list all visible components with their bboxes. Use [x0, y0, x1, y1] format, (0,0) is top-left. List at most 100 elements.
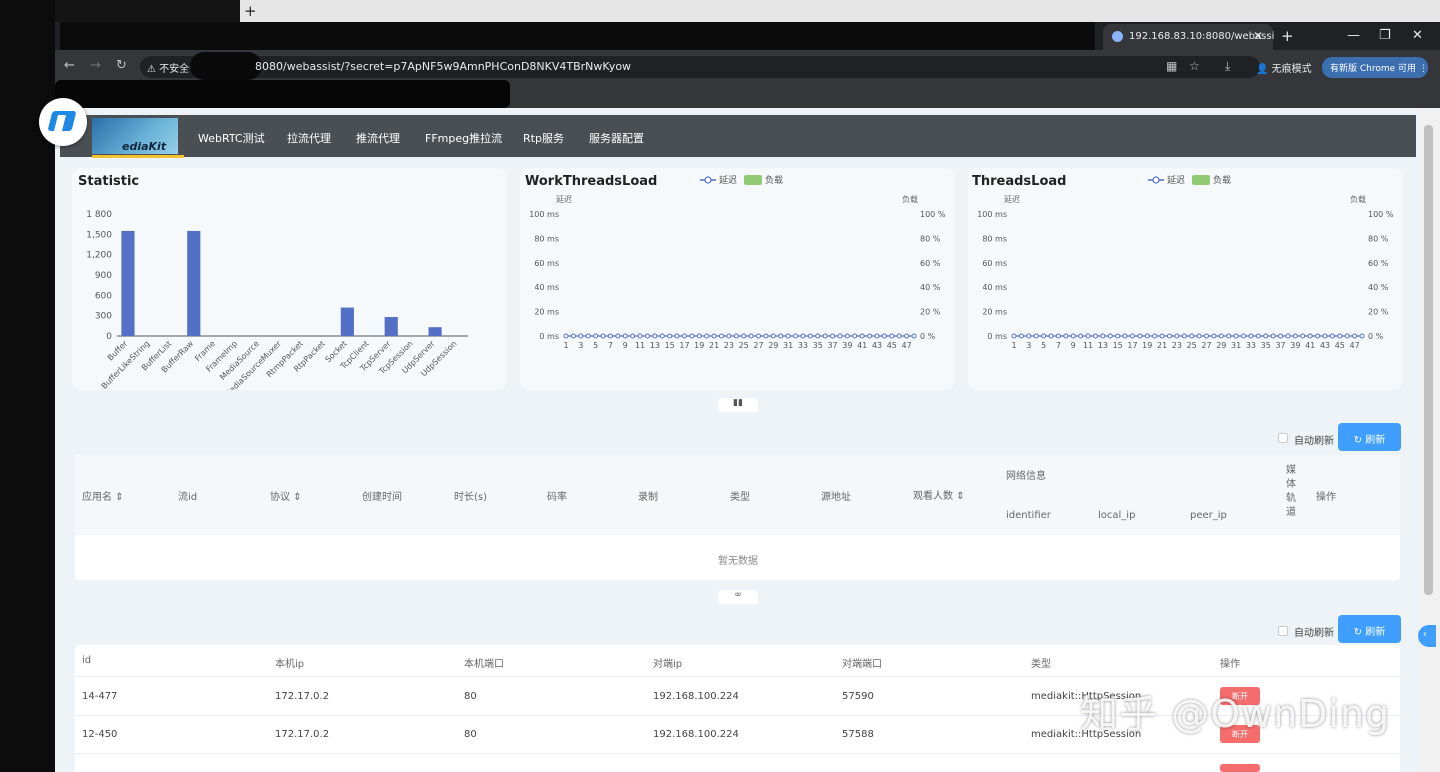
x-tick-label: 45	[887, 341, 897, 350]
latency-data-point	[733, 333, 739, 339]
download-icon[interactable]: ⤓	[1225, 59, 1230, 74]
latency-data-point	[570, 333, 576, 339]
latency-data-point	[1337, 333, 1343, 339]
y-tick-label: 1 800	[86, 210, 112, 220]
chrome-update-button[interactable]: 有新版 Chrome 可用 ⋮	[1322, 57, 1428, 78]
col-protocol[interactable]: 协议 ⇕	[270, 488, 302, 503]
y-tick-label: 80 ms	[534, 234, 559, 243]
x-tick-label: 43	[1320, 341, 1330, 350]
latency-data-point	[1137, 333, 1143, 339]
x-tick-label: 1	[563, 341, 568, 350]
y-tick-label: 100 %	[1368, 210, 1394, 219]
cell-peer-ip: 192.168.100.224	[653, 729, 739, 740]
x-tick-label: 31	[1231, 341, 1241, 350]
session-refresh-button[interactable]: ↻ 刷新	[1338, 615, 1401, 643]
cell-local-port: 80	[464, 729, 477, 740]
nav-pull-proxy[interactable]: 拉流代理	[287, 130, 331, 146]
latency-data-point	[830, 333, 836, 339]
nav-server-config[interactable]: 服务器配置	[589, 130, 644, 146]
add-icon[interactable]: +	[244, 2, 257, 20]
x-tick-label: 27	[753, 341, 763, 350]
latency-data-point	[1204, 333, 1210, 339]
legend-dot-marker	[1152, 176, 1160, 184]
disconnect-button[interactable]	[1220, 764, 1260, 772]
x-tick-label: 45	[1335, 341, 1345, 350]
cell-local-ip: 172.17.0.2	[275, 729, 330, 740]
col-viewers[interactable]: 观看人数 ⇕	[913, 487, 965, 502]
latency-data-point	[867, 333, 873, 339]
x-tick-label: 33	[798, 341, 808, 350]
latency-data-point	[1196, 333, 1202, 339]
nav-push-proxy[interactable]: 推流代理	[356, 130, 400, 146]
nav-rtp-service[interactable]: Rtp服务	[523, 130, 564, 146]
x-tick-label: 25	[1187, 341, 1197, 350]
back-icon[interactable]: ←	[64, 58, 75, 73]
latency-data-point	[1300, 333, 1306, 339]
latency-data-point	[889, 333, 895, 339]
brand-logo[interactable]: ediaKit	[92, 118, 184, 158]
insecure-indicator[interactable]: ⚠ 不安全	[147, 60, 189, 75]
latency-data-point	[585, 333, 591, 339]
nav-webrtc-test[interactable]: WebRTC测试	[198, 130, 265, 146]
latency-data-point	[1085, 333, 1091, 339]
close-tab-icon[interactable]: ✕	[1253, 29, 1263, 43]
latency-data-point	[1011, 333, 1017, 339]
x-tick-label: 1	[1011, 341, 1016, 350]
sort-icon[interactable]: ⇕	[293, 492, 301, 503]
url-text[interactable]: 8080/webassist/?secret=p7ApNF5w9AmnPHCon…	[255, 60, 631, 73]
new-tab-icon[interactable]: +	[1281, 27, 1294, 45]
empty-text: 暂无数据	[718, 556, 758, 567]
qr-code-icon[interactable]: ▦	[1166, 59, 1177, 73]
latency-data-point	[904, 333, 910, 339]
auto-refresh-checkbox[interactable]	[1278, 433, 1288, 443]
x-tick-label: 35	[813, 341, 823, 350]
legend-area-marker	[744, 175, 762, 185]
sort-icon[interactable]: ⇕	[956, 491, 964, 502]
favicon-icon	[1112, 31, 1123, 42]
bar	[340, 307, 354, 336]
y-tick-label: 0	[106, 332, 112, 342]
collapse-media-button[interactable]: ∞	[718, 590, 758, 604]
collapse-charts-button[interactable]: ▮▮	[718, 398, 758, 412]
x-tick-label: 39	[842, 341, 852, 350]
bookmark-star-icon[interactable]: ☆	[1189, 59, 1200, 73]
y-tick-label: 80 %	[1368, 234, 1389, 243]
col-app[interactable]: 应用名 ⇕	[82, 488, 124, 503]
y-tick-label: 100 ms	[529, 210, 559, 219]
y-tick-label: 40 ms	[982, 283, 1007, 292]
x-tick-label: 5	[593, 341, 598, 350]
maximize-icon[interactable]: ❐	[1379, 28, 1391, 43]
latency-data-point	[1352, 333, 1358, 339]
close-window-icon[interactable]: ✕	[1412, 28, 1423, 43]
latency-data-point	[1122, 333, 1128, 339]
col-local-port: 本机端口	[464, 659, 504, 670]
latency-data-point	[1026, 333, 1032, 339]
x-tick-label: 37	[827, 341, 837, 350]
chevron-left-icon[interactable]: ‹	[1418, 625, 1436, 647]
latency-data-point	[1041, 333, 1047, 339]
reload-icon[interactable]: ↻	[116, 58, 127, 73]
latency-data-point	[711, 333, 717, 339]
minimize-icon[interactable]: —	[1347, 28, 1360, 43]
incognito-indicator[interactable]: 👤 无痕模式	[1256, 60, 1312, 75]
y-tick-label: 60 %	[920, 259, 941, 268]
scrollbar-thumb[interactable]	[1424, 125, 1433, 595]
sort-icon[interactable]: ⇕	[115, 492, 123, 503]
y-tick-label: 60 ms	[534, 259, 559, 268]
active-browser-tab[interactable]: 192.168.83.10:8080/webassi ✕	[1103, 24, 1274, 50]
legend-area-marker	[1192, 175, 1210, 185]
col-duration: 时长(s)	[454, 492, 488, 503]
media-refresh-button[interactable]: ↻ 刷新	[1338, 423, 1401, 451]
x-tick-label: 47	[902, 341, 912, 350]
latency-data-point	[1226, 333, 1232, 339]
nav-ffmpeg[interactable]: FFmpeg推拉流	[425, 130, 502, 146]
latency-data-point	[1018, 333, 1024, 339]
y-axis-right-name: 负载	[902, 194, 918, 204]
col-tracks-char: 媒	[1286, 465, 1296, 476]
auto-refresh-checkbox[interactable]	[1278, 626, 1288, 636]
latency-data-point	[1322, 333, 1328, 339]
col-stream-id: 流id	[178, 492, 198, 503]
forward-icon[interactable]: →	[90, 58, 101, 73]
col-source: 源地址	[821, 492, 851, 503]
x-tick-label: 39	[1290, 341, 1300, 350]
